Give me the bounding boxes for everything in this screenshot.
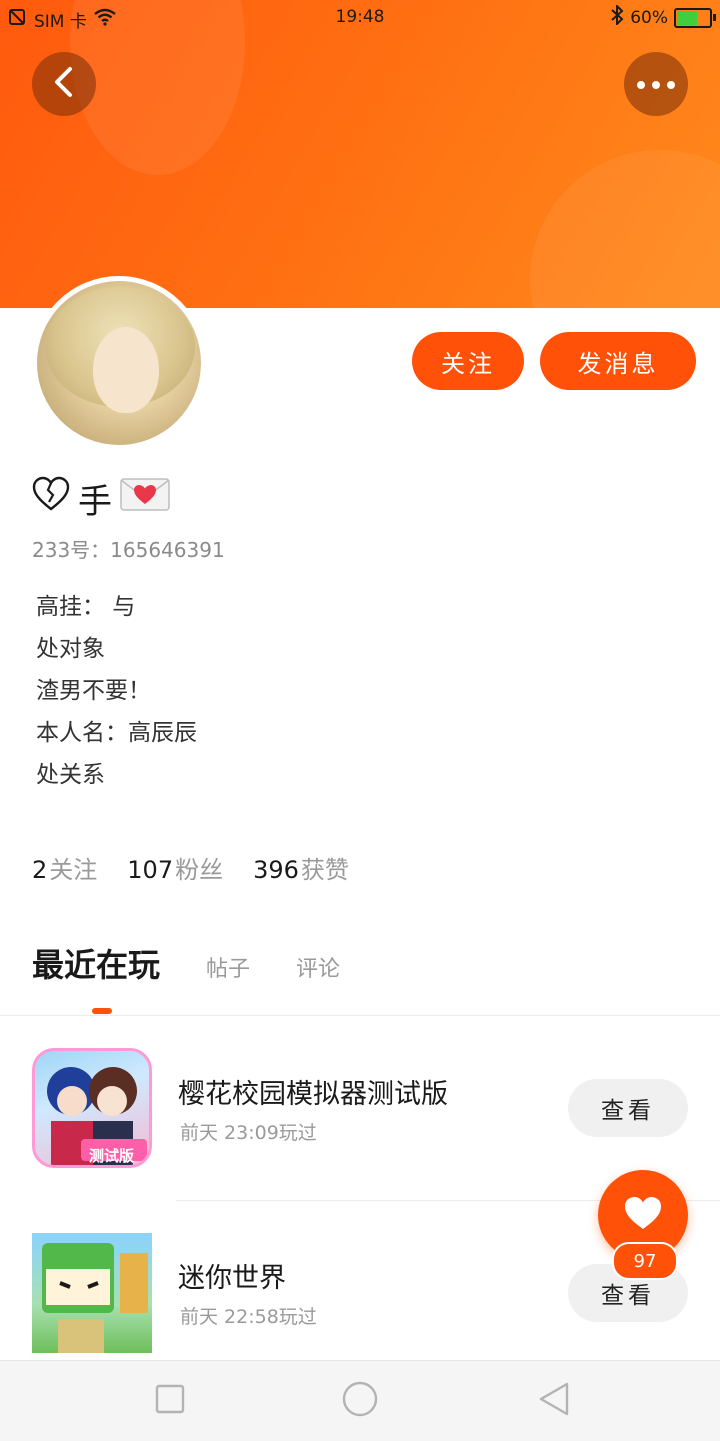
triangle-back-icon: [537, 1381, 571, 1421]
tab-indicator: [92, 1008, 112, 1014]
circle-icon: [341, 1380, 379, 1422]
recent-apps-button[interactable]: [150, 1381, 190, 1421]
profile-name: 手: [32, 474, 170, 523]
profile-tabs: 最近在玩 帖子 评论: [32, 940, 340, 986]
more-button[interactable]: [624, 52, 688, 116]
avatar-image: [37, 281, 201, 445]
system-nav-bar: [0, 1360, 720, 1441]
avatar[interactable]: [32, 276, 206, 450]
back-button[interactable]: [32, 52, 96, 116]
home-button[interactable]: [340, 1381, 380, 1421]
system-back-button[interactable]: [534, 1381, 574, 1421]
broken-heart-icon: [32, 476, 70, 521]
game-title: 樱花校园模拟器测试版: [178, 1079, 448, 1110]
like-count-badge: 97: [612, 1242, 678, 1280]
more-dots-icon: [636, 75, 676, 94]
bio-line: 渣男不要！: [36, 678, 151, 704]
game-played-time: 前天 23:09玩过: [180, 1122, 317, 1144]
game-list-item[interactable]: 测试版 樱花校园模拟器测试版 前天 23:09玩过 查看: [0, 1040, 720, 1200]
follow-button[interactable]: 关注: [412, 332, 524, 390]
header-decoration: [530, 150, 720, 308]
bio-line: 本人名：高辰辰: [36, 720, 197, 746]
game-title: 迷你世界: [178, 1263, 286, 1294]
bio: 高挂： 与 处对象 渣男不要！ 本人名：高辰辰 处关系: [36, 586, 197, 796]
chevron-left-icon: [52, 66, 76, 102]
battery-icon: [674, 7, 716, 28]
game-icon-badge: 测试版: [89, 1147, 135, 1165]
view-game-button[interactable]: 查看: [568, 1079, 688, 1137]
love-letter-icon: [120, 476, 170, 521]
tab-posts[interactable]: 帖子: [206, 951, 250, 983]
stat-likes[interactable]: 396获赞: [253, 850, 349, 885]
battery-fill: [677, 10, 698, 25]
send-message-button[interactable]: 发消息: [540, 332, 696, 390]
profile-stats: 2关注 107粉丝 396获赞: [32, 850, 349, 885]
square-icon: [154, 1383, 186, 1419]
tab-recently-played[interactable]: 最近在玩: [32, 940, 160, 986]
stat-fans[interactable]: 107粉丝: [127, 850, 223, 885]
battery-percent: 60%: [630, 7, 668, 28]
bio-line: 处对象: [36, 636, 105, 662]
name-text: 手: [78, 482, 112, 522]
bluetooth-icon: [610, 3, 624, 30]
bio-line: 高挂： 与: [36, 594, 136, 620]
status-bar: SIM 卡 19:48 60%: [0, 0, 720, 36]
stat-following[interactable]: 2关注: [32, 850, 97, 885]
user-id: 233号：165646391: [32, 538, 225, 562]
profile-header: SIM 卡 19:48 60%: [0, 0, 720, 308]
tab-comments[interactable]: 评论: [296, 951, 340, 983]
heart-icon: [623, 1195, 663, 1235]
game-icon-sakura: 测试版: [32, 1048, 152, 1168]
game-icon-mini-world: [32, 1233, 152, 1353]
game-played-time: 前天 22:58玩过: [180, 1306, 317, 1328]
divider: [0, 1015, 720, 1016]
bio-line: 处关系: [36, 762, 105, 788]
